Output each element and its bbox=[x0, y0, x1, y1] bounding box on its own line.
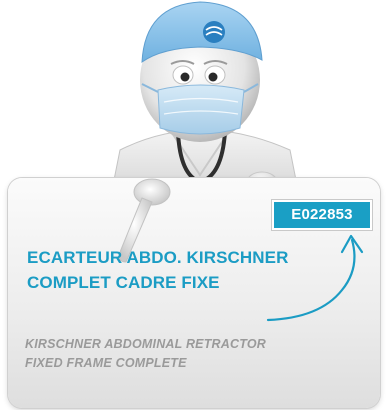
product-code-badge: E022853 bbox=[272, 200, 372, 230]
product-title-fr-line: COMPLET CADRE FIXE bbox=[27, 273, 220, 292]
product-title-en: KIRSCHNER ABDOMINAL RETRACTOR FIXED FRAM… bbox=[25, 335, 365, 373]
product-title-en-line: KIRSCHNER ABDOMINAL RETRACTOR bbox=[25, 337, 266, 351]
product-card: E022853 ECARTEUR ABDO. KIRSCHNER COMPLET… bbox=[0, 0, 386, 410]
product-title-fr-line: ECARTEUR ABDO. KIRSCHNER bbox=[27, 248, 289, 267]
product-title-en-line: FIXED FRAME COMPLETE bbox=[25, 356, 187, 370]
product-title-fr: ECARTEUR ABDO. KIRSCHNER COMPLET CADRE F… bbox=[27, 245, 357, 295]
